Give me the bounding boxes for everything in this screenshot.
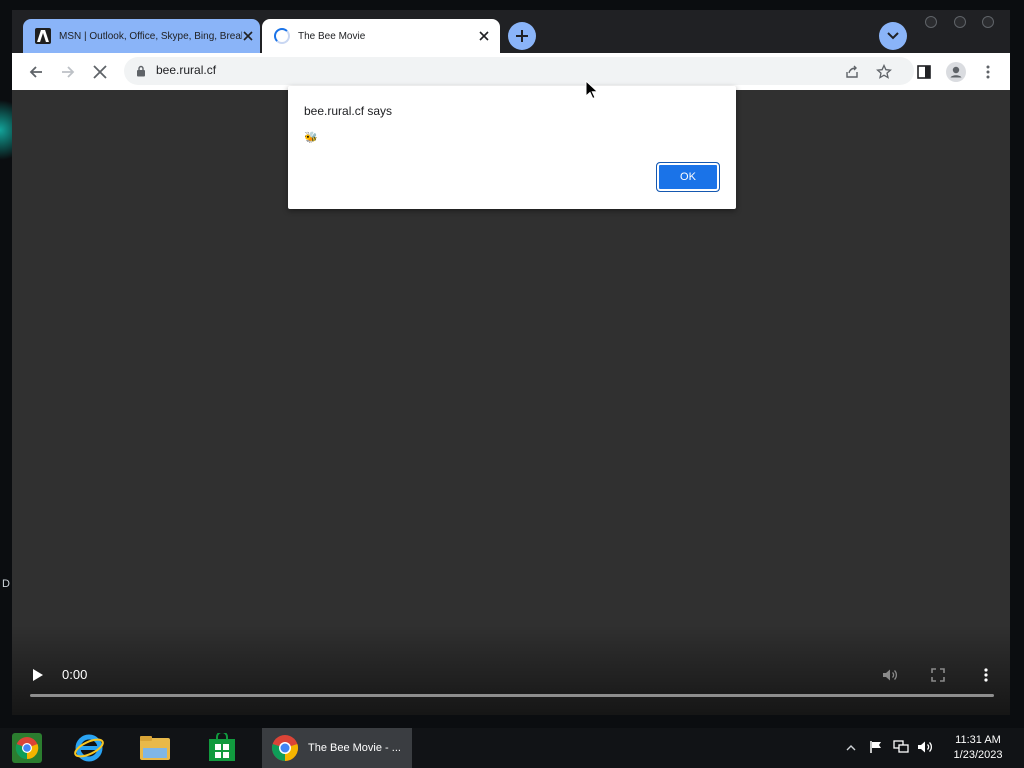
side-panel-button[interactable] <box>911 59 937 85</box>
internet-explorer-icon[interactable] <box>72 731 106 765</box>
menu-button[interactable] <box>975 59 1001 85</box>
chrome-taskbar-icon[interactable] <box>10 731 44 765</box>
tab-strip: MSN | Outlook, Office, Skype, Bing, Brea… <box>12 10 1010 53</box>
kebab-menu-icon <box>986 65 990 79</box>
profile-button[interactable] <box>943 59 969 85</box>
dialog-title: bee.rural.cf says <box>304 104 393 118</box>
store-icon[interactable] <box>205 731 239 765</box>
tab-title: The Bee Movie <box>298 30 366 42</box>
bookmark-button[interactable] <box>871 59 897 85</box>
video-progress-bar[interactable] <box>30 694 994 697</box>
back-button[interactable] <box>23 59 49 85</box>
arrow-right-icon <box>62 66 75 78</box>
close-icon[interactable] <box>242 26 254 46</box>
taskbar-chrome-window[interactable]: The Bee Movie - ... <box>262 728 412 768</box>
arrow-left-icon <box>29 66 42 78</box>
kebab-menu-icon <box>984 668 988 682</box>
msn-icon <box>35 28 51 44</box>
desktop-edge-text: D <box>2 578 10 590</box>
maximize-button[interactable] <box>954 16 966 28</box>
address-bar[interactable]: bee.rural.cf <box>124 57 914 85</box>
lock-icon[interactable] <box>136 64 146 82</box>
tab-msn[interactable]: MSN | Outlook, Office, Skype, Bing, Brea… <box>23 19 260 53</box>
show-hidden-icons-button[interactable] <box>846 740 856 758</box>
play-icon <box>33 669 43 681</box>
window-close-button[interactable] <box>982 16 994 28</box>
file-explorer-icon[interactable] <box>138 731 172 765</box>
clock-date: 1/23/2023 <box>953 749 1003 761</box>
browser-toolbar: bee.rural.cf <box>12 53 1010 90</box>
chevron-up-icon <box>846 745 856 751</box>
tab-bee-movie[interactable]: The Bee Movie <box>262 19 500 53</box>
forward-button[interactable] <box>55 59 81 85</box>
loading-spinner-icon <box>274 28 290 44</box>
video-controls: 0:00 <box>12 625 1010 715</box>
video-options-button[interactable] <box>976 665 996 685</box>
play-button[interactable] <box>28 665 48 685</box>
chevron-down-icon <box>887 32 899 40</box>
new-tab-button[interactable] <box>508 22 536 50</box>
mute-button[interactable] <box>880 665 900 685</box>
star-icon <box>876 64 892 79</box>
taskbar: The Bee Movie - ... 11:31 AM 1/23/2023 <box>0 728 1024 768</box>
fullscreen-button[interactable] <box>928 665 948 685</box>
mouse-cursor-icon <box>585 79 599 105</box>
tab-title: MSN | Outlook, Office, Skype, Bing, Brea… <box>59 30 242 42</box>
chrome-icon <box>270 733 300 763</box>
dialog-message: 🐝 <box>304 132 318 144</box>
ok-button[interactable]: OK <box>656 162 720 192</box>
fullscreen-icon <box>931 668 945 682</box>
clock-time: 11:31 AM <box>955 734 1001 746</box>
share-icon <box>846 65 858 78</box>
volume-icon <box>883 669 898 681</box>
flag-icon <box>870 741 881 753</box>
url-text: bee.rural.cf <box>156 63 217 77</box>
tab-search-button[interactable] <box>879 22 907 50</box>
volume-tray-icon[interactable] <box>917 740 933 759</box>
action-center-icon[interactable] <box>869 740 883 759</box>
minimize-button[interactable] <box>925 16 937 28</box>
close-icon <box>93 65 107 79</box>
avatar-icon <box>946 62 966 82</box>
side-panel-icon <box>917 65 931 79</box>
video-time: 0:00 <box>62 667 88 682</box>
close-icon[interactable] <box>474 26 494 46</box>
alert-dialog: bee.rural.cf says 🐝 OK <box>288 86 736 209</box>
stop-loading-button[interactable] <box>87 59 113 85</box>
taskbar-window-title: The Bee Movie - ... <box>308 742 401 754</box>
taskbar-clock[interactable]: 11:31 AM 1/23/2023 <box>938 733 1018 763</box>
share-button[interactable] <box>839 59 865 85</box>
network-icon[interactable] <box>893 740 909 759</box>
plus-icon <box>516 30 528 42</box>
